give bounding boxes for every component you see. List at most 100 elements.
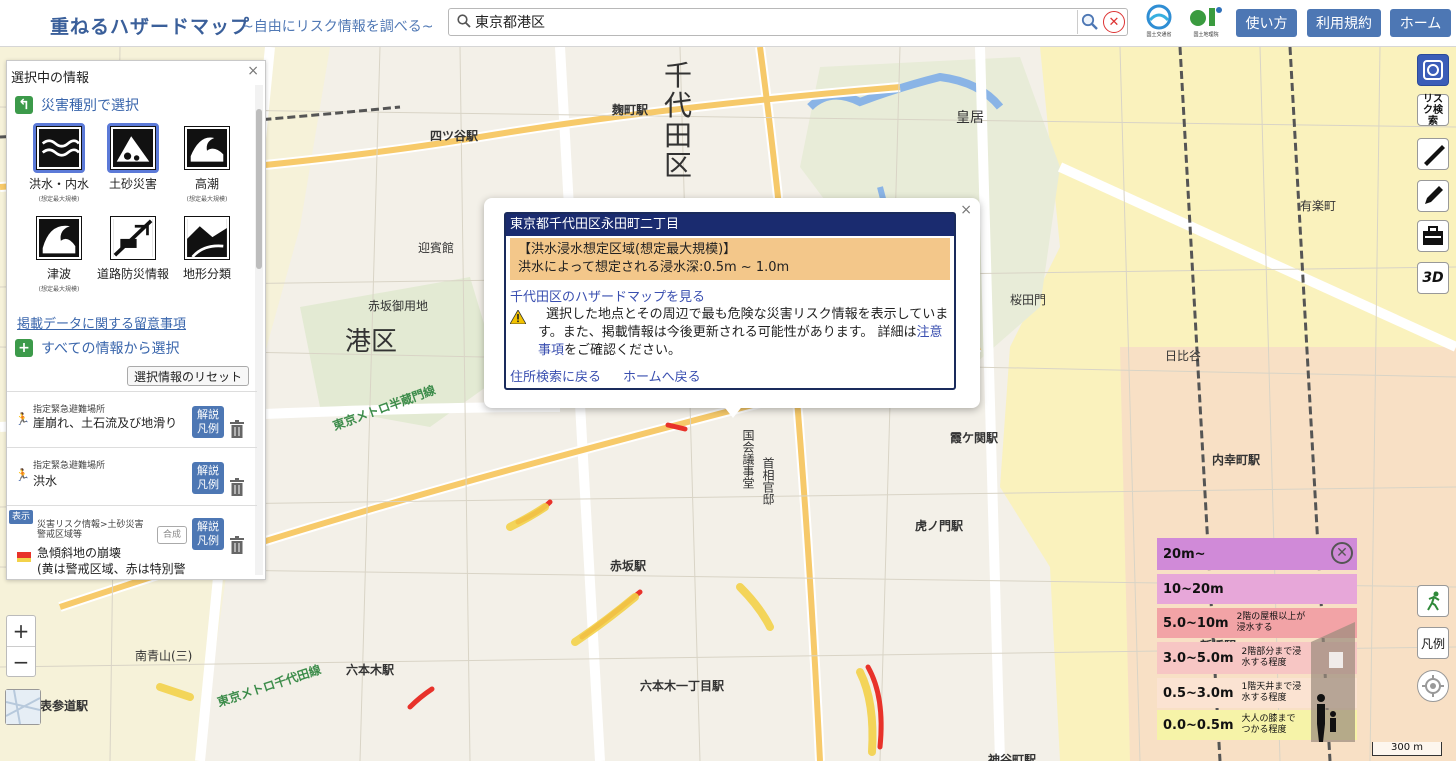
layer-item: 🏃 指定緊急避難場所 洪水 解説凡例 <box>7 447 257 505</box>
basemap-switch-button[interactable] <box>5 689 41 725</box>
gsi-logo[interactable]: 国土地理院 <box>1186 4 1226 44</box>
hazard-landform-label: 地形分類 <box>182 267 231 281</box>
hazard-flood-frame <box>33 123 85 173</box>
mlit-logo-caption: 国土交通省 <box>1146 32 1172 38</box>
search-button[interactable] <box>1077 10 1101 34</box>
zoom-in-button[interactable]: + <box>7 616 35 646</box>
popup-address: 東京都千代田区永田町二丁目 <box>506 214 954 236</box>
trash-icon[interactable] <box>229 478 245 496</box>
map-label-kokkai: 国会議事堂 <box>741 429 755 489</box>
layer-legend-button[interactable]: 解説凡例 <box>192 518 224 550</box>
back-to-address-search-link[interactable]: 住所検索に戻る <box>510 366 601 385</box>
scale-bar: 300 m <box>1372 742 1442 756</box>
popup-warning: 選択した地点とその周辺で最も危険な災害リスク情報を表示しています。また、掲載情報… <box>510 306 950 360</box>
road-hazard-icon <box>110 216 156 260</box>
evacuation-run-icon: 🏃 <box>15 468 30 482</box>
basemap-thumbnail-icon <box>5 689 41 725</box>
map-label-roppongi-itchome: 六本木一丁目駅 <box>640 679 725 693</box>
terms-button[interactable]: 利用規約 <box>1307 9 1381 37</box>
clear-search-button[interactable]: ✕ <box>1103 11 1125 33</box>
hazard-landform[interactable]: 地形分類 <box>171 213 243 282</box>
landform-icon <box>184 216 230 260</box>
panel-close-button[interactable]: × <box>247 63 259 79</box>
trash-icon[interactable] <box>229 420 245 438</box>
toolbox-icon <box>1423 226 1443 245</box>
back-to-home-link[interactable]: ホームへ戻る <box>623 366 701 385</box>
evacuation-site-button[interactable] <box>1417 585 1449 617</box>
hazard-road-disaster[interactable]: 道路防災情報 <box>97 213 169 282</box>
combine-button[interactable]: 合成 <box>157 526 187 544</box>
layers-icon <box>1423 60 1443 80</box>
hazard-tsunami-label: 津波 <box>46 267 71 281</box>
mlit-logo-icon <box>1146 4 1172 30</box>
map-label-kasumigaseki: 霞ケ関駅 <box>950 431 999 445</box>
hazard-landslide[interactable]: 土砂災害 <box>97 123 169 192</box>
risk-search-label: リスク検索 <box>1423 93 1443 127</box>
tsunami-icon <box>36 216 82 260</box>
home-button[interactable]: ホーム <box>1390 9 1451 37</box>
visible-tag[interactable]: 表示 <box>9 510 33 524</box>
mlit-logo[interactable]: 国土交通省 <box>1139 4 1179 44</box>
storm-surge-icon <box>184 126 230 170</box>
hazard-landslide-frame <box>107 123 159 173</box>
map-label-yurakucho: 有楽町 <box>1300 199 1337 213</box>
location-info-popup: × 東京都千代田区永田町二丁目 【洪水浸水想定区域(想定最大規模)】 洪水によっ… <box>484 198 980 408</box>
map-label-kamiyacho: 神谷町駅 <box>988 753 1037 761</box>
legend-row-desc: 2階部分まで浸水する程度 <box>1241 647 1302 668</box>
hazard-flood[interactable]: 洪水・内水 (想定最大規模) <box>23 123 95 203</box>
plus-icon: + <box>15 339 33 357</box>
hazard-tsunami[interactable]: 津波 (想定最大規模) <box>23 213 95 293</box>
map-label-hibiya: 日比谷 <box>1165 349 1202 363</box>
data-notes-link[interactable]: 掲載データに関する留意事項 <box>17 313 186 332</box>
magnifier-icon <box>1081 13 1098 30</box>
flood-depth-text: 洪水によって想定される浸水深:0.5m ~ 1.0m <box>518 260 790 275</box>
flood-zone-title: 【洪水浸水想定区域(想定最大規模)】 <box>518 242 737 257</box>
layer-legend-button[interactable]: 解説凡例 <box>192 406 224 438</box>
zoom-control: + − <box>6 615 36 677</box>
popup-close-button[interactable]: × <box>960 202 972 218</box>
hazard-storm-surge-note: (想定最大規模) <box>186 196 228 203</box>
section-by-hazard-type-label: 災害種別で選択 <box>41 98 139 114</box>
ruler-icon <box>1424 145 1445 166</box>
hazard-flood-label: 洪水・内水 <box>28 177 89 191</box>
measure-button[interactable] <box>1417 138 1449 170</box>
hazard-tsunami-note: (想定最大規模) <box>38 286 80 293</box>
risk-search-button[interactable]: リスク検索 <box>1417 93 1449 127</box>
hazard-storm-surge-frame <box>181 123 233 173</box>
tools-button[interactable] <box>1417 220 1449 252</box>
legend-toggle-button[interactable]: 凡例 <box>1417 627 1449 659</box>
app-subtitle: ~自由にリスク情報を調べる~ <box>242 19 434 35</box>
section-all-info[interactable]: + すべての情報から選択 <box>15 338 179 358</box>
map-label-akasaka-goyochi: 赤坂御用地 <box>368 299 429 313</box>
legend-close-button[interactable]: ✕ <box>1331 542 1353 564</box>
layer-switch-button[interactable] <box>1417 54 1449 86</box>
layer-name: 崖崩れ、土石流及び地滑り <box>33 416 178 430</box>
zoom-out-button[interactable]: − <box>7 646 35 676</box>
search-icon <box>457 14 471 28</box>
hazard-storm-surge[interactable]: 高潮 (想定最大規模) <box>171 123 243 203</box>
reset-selection-button[interactable]: 選択情報のリセット <box>126 366 249 386</box>
current-location-button[interactable] <box>1417 670 1449 702</box>
section-all-info-label: すべての情報から選択 <box>41 341 180 357</box>
app-header: 重ねるハザードマップ ~自由にリスク情報を調べる~ ✕ 国土交通省 <box>0 0 1456 47</box>
flood-depth-legend: 20m~ ✕ 10~20m 5.0~10m 2階の屋根以上が浸水する 3.0~5… <box>1157 538 1359 760</box>
hazard-road-label: 道路防災情報 <box>97 267 170 281</box>
hazard-map-link[interactable]: 千代田区のハザードマップを見る <box>510 286 705 305</box>
address-search-input[interactable] <box>475 12 1075 32</box>
layer-category: 指定緊急避難場所 <box>33 461 106 471</box>
app-title[interactable]: 重ねるハザードマップ <box>50 12 250 39</box>
house-depth-illustration-icon <box>1311 622 1355 742</box>
layer-item: 🏃 指定緊急避難場所 崖崩れ、土石流及び地滑り 解説凡例 <box>7 391 257 447</box>
search-box: ✕ <box>448 8 1128 36</box>
trash-icon[interactable] <box>229 536 245 554</box>
layer-legend-button[interactable]: 解説凡例 <box>192 462 224 494</box>
map-label-yotsuya: 四ツ谷駅 <box>430 129 479 143</box>
how-to-use-button[interactable]: 使い方 <box>1236 9 1297 37</box>
draw-button[interactable] <box>1417 180 1449 212</box>
3d-view-button[interactable]: 3D <box>1417 262 1449 294</box>
hazard-landform-frame <box>181 213 233 263</box>
flood-info-box: 【洪水浸水想定区域(想定最大規模)】 洪水によって想定される浸水深:0.5m ~… <box>510 238 950 280</box>
section-by-hazard-type[interactable]: ↰ 災害種別で選択 <box>15 95 139 115</box>
scrollbar-thumb[interactable] <box>256 109 262 269</box>
legend-row-label: 0.5~3.0m <box>1163 685 1234 701</box>
